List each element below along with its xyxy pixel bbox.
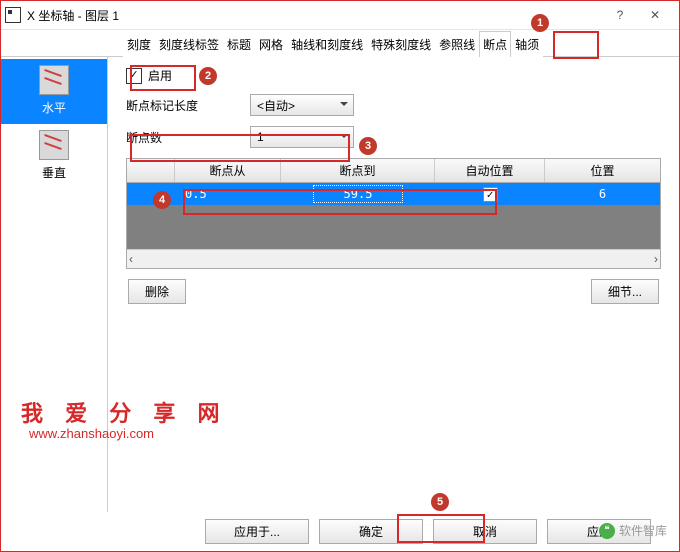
wechat-icon: ❝ [599,523,615,539]
cell-pos[interactable]: 6 [545,187,660,201]
count-row: 断点数 1 [126,126,661,148]
tab-title[interactable]: 标题 [223,31,255,57]
table-actions: 删除 细节... [126,279,661,304]
sidebar-item-vertical[interactable]: 垂直 [1,124,107,189]
delete-button[interactable]: 删除 [128,279,186,304]
watermark-text: 我 爱 分 享 网 [21,396,227,428]
cell-to[interactable]: 59.5 [281,185,435,203]
tab-scale[interactable]: 刻度 [123,31,155,57]
tab-grid[interactable]: 网格 [255,31,287,57]
sidebar-label-horizontal: 水平 [42,101,66,115]
help-button[interactable]: ? [605,8,635,22]
detail-button[interactable]: 细节... [591,279,659,304]
col-auto[interactable]: 自动位置 [435,159,545,182]
dialog-window: X 坐标轴 - 图层 1 ? ✕ 刻度 刻度线标签 标题 网格 轴线和刻度线 特… [0,0,680,552]
axis-sidebar: 水平 垂直 [1,57,108,512]
col-pos[interactable]: 位置 [545,159,660,182]
scroll-right-icon[interactable]: › [654,252,658,266]
vertical-axis-icon [39,130,69,160]
tabstrip: 刻度 刻度线标签 标题 网格 轴线和刻度线 特殊刻度线 参照线 断点 轴须 [1,30,679,57]
dialog-footer: 应用于... 确定 取消 应用 [1,511,679,551]
marker-len-row: 断点标记长度 <自动> [126,94,661,116]
col-from[interactable]: 断点从 [175,159,281,182]
window-title: X 坐标轴 - 图层 1 [27,7,605,24]
cell-from[interactable]: 0.5 [175,187,281,201]
badge-5: 5 [431,493,449,511]
watermark-corner: ❝ 软件智库 [599,522,667,539]
table-header: 断点从 断点到 自动位置 位置 [127,159,660,183]
horizontal-scrollbar[interactable]: ‹ › [127,249,660,268]
sidebar-label-vertical: 垂直 [42,166,66,180]
scroll-left-icon[interactable]: ‹ [129,252,133,266]
close-button[interactable]: ✕ [635,1,675,29]
apply-to-button[interactable]: 应用于... [205,519,309,544]
breaks-panel: ✓ 启用 断点标记长度 <自动> 断点数 1 断点从 断点到 自动位置 位置 [108,57,679,512]
badge-3: 3 [359,137,377,155]
horizontal-axis-icon [39,65,69,95]
cancel-button[interactable]: 取消 [433,519,537,544]
table-row[interactable]: 0.5 59.5 ✓ 6 [127,183,660,205]
marker-len-label: 断点标记长度 [126,97,236,114]
content-area: 水平 垂直 ✓ 启用 断点标记长度 <自动> 断点数 1 [1,57,679,512]
count-label: 断点数 [126,129,236,146]
ok-button[interactable]: 确定 [319,519,423,544]
badge-2: 2 [199,67,217,85]
tab-special-ticks[interactable]: 特殊刻度线 [367,31,435,57]
col-to[interactable]: 断点到 [281,159,435,182]
badge-1: 1 [531,14,549,32]
marker-len-select[interactable]: <自动> [250,94,354,116]
col-blank [127,159,175,182]
sidebar-item-horizontal[interactable]: 水平 [1,59,107,124]
watermark-url: www.zhanshaoyi.com [29,426,154,441]
tab-breaks[interactable]: 断点 [479,31,511,57]
table-empty-area [127,205,660,249]
tab-reference[interactable]: 参照线 [435,31,479,57]
enable-label: 启用 [148,67,172,84]
badge-4: 4 [153,191,171,209]
cell-auto[interactable]: ✓ [435,187,545,202]
app-icon [5,7,21,23]
tab-axis-ticks[interactable]: 轴线和刻度线 [287,31,367,57]
tab-rug[interactable]: 轴须 [511,31,543,57]
breaks-table: 断点从 断点到 自动位置 位置 0.5 59.5 ✓ 6 ‹ › [126,158,661,269]
tab-tick-labels[interactable]: 刻度线标签 [155,31,223,57]
enable-checkbox[interactable]: ✓ [126,68,142,84]
titlebar: X 坐标轴 - 图层 1 ? ✕ [1,1,679,30]
count-select[interactable]: 1 [250,126,354,148]
